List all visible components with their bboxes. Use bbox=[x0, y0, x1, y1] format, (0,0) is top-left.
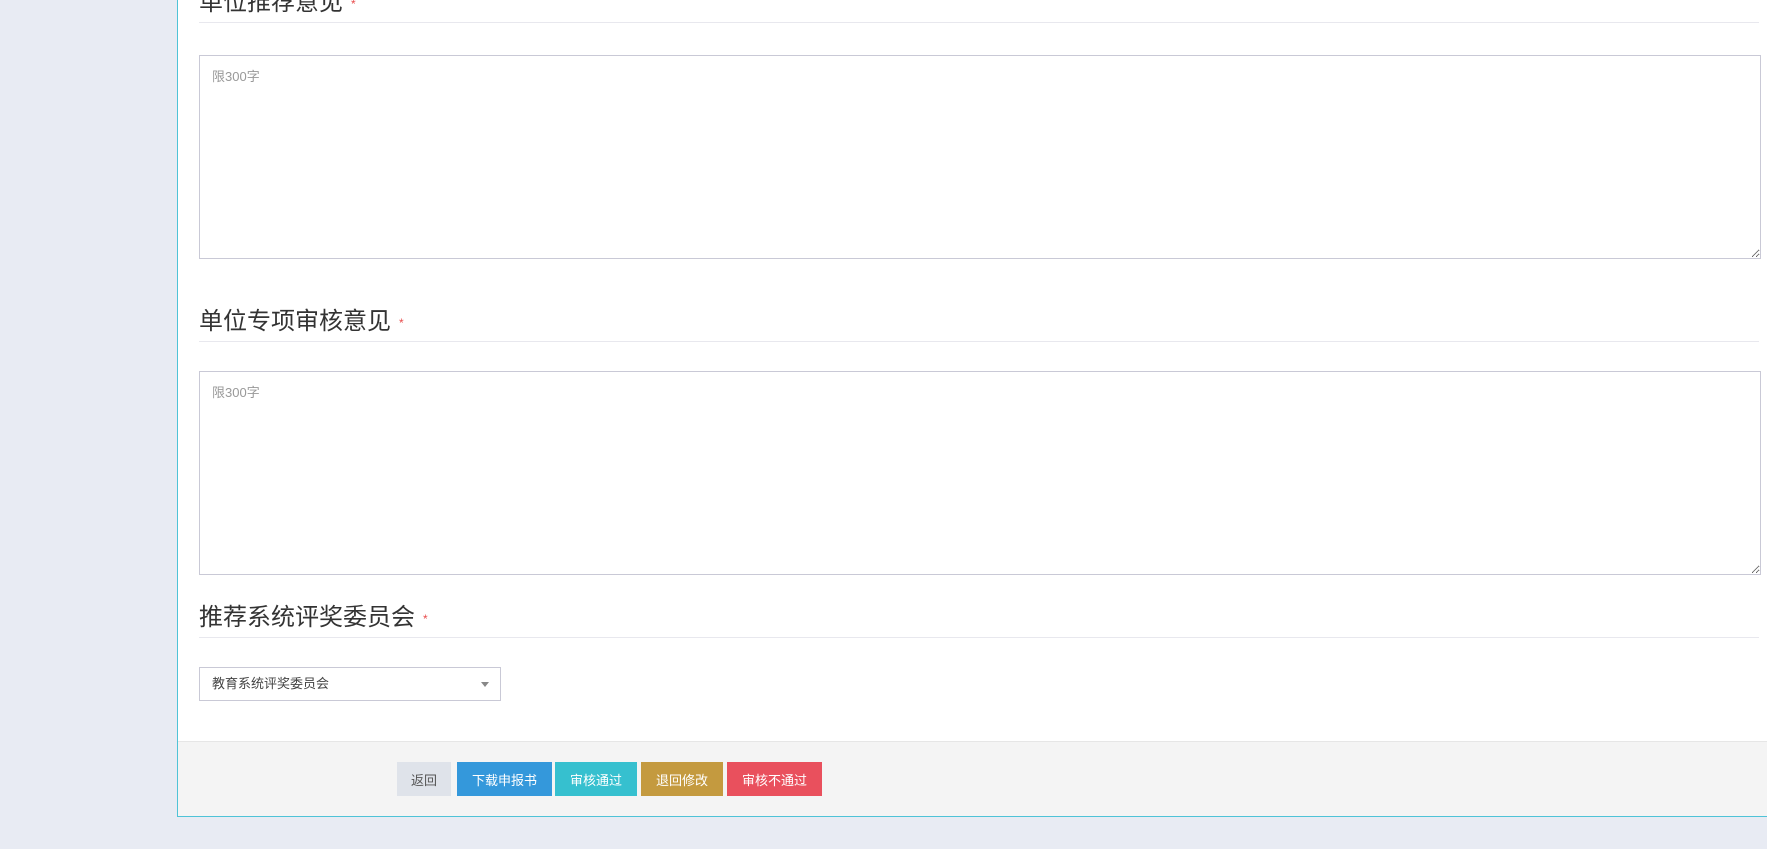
recommend-opinion-heading: 单位推荐意见 * bbox=[199, 0, 1759, 23]
chevron-down-icon bbox=[481, 682, 489, 687]
back-button[interactable]: 返回 bbox=[397, 762, 451, 796]
action-footer: 返回 下载申报书 审核通过 退回修改 审核不通过 bbox=[178, 741, 1767, 816]
download-application-button[interactable]: 下载申报书 bbox=[457, 762, 552, 796]
reject-button[interactable]: 审核不通过 bbox=[727, 762, 822, 796]
required-mark: * bbox=[351, 0, 356, 11]
special-review-title: 单位专项审核意见 bbox=[199, 308, 391, 335]
committee-selected-value: 教育系统评奖委员会 bbox=[212, 676, 330, 691]
recommend-opinion-textarea[interactable] bbox=[199, 55, 1761, 259]
recommend-opinion-title: 单位推荐意见 bbox=[199, 0, 343, 16]
special-review-textarea[interactable] bbox=[199, 371, 1761, 575]
committee-title: 推荐系统评奖委员会 bbox=[199, 604, 415, 631]
committee-select[interactable]: 教育系统评奖委员会 bbox=[199, 667, 501, 701]
required-mark: * bbox=[423, 611, 428, 626]
review-form-panel: 单位推荐意见 * 单位专项审核意见 * 推荐系统评奖委员会 * 教育系统评奖委员会 返… bbox=[177, 0, 1767, 817]
committee-heading: 推荐系统评奖委员会 * bbox=[199, 603, 1759, 638]
return-for-revision-button[interactable]: 退回修改 bbox=[641, 762, 723, 796]
approve-button[interactable]: 审核通过 bbox=[555, 762, 637, 796]
special-review-heading: 单位专项审核意见 * bbox=[199, 307, 1759, 342]
required-mark: * bbox=[399, 315, 404, 330]
